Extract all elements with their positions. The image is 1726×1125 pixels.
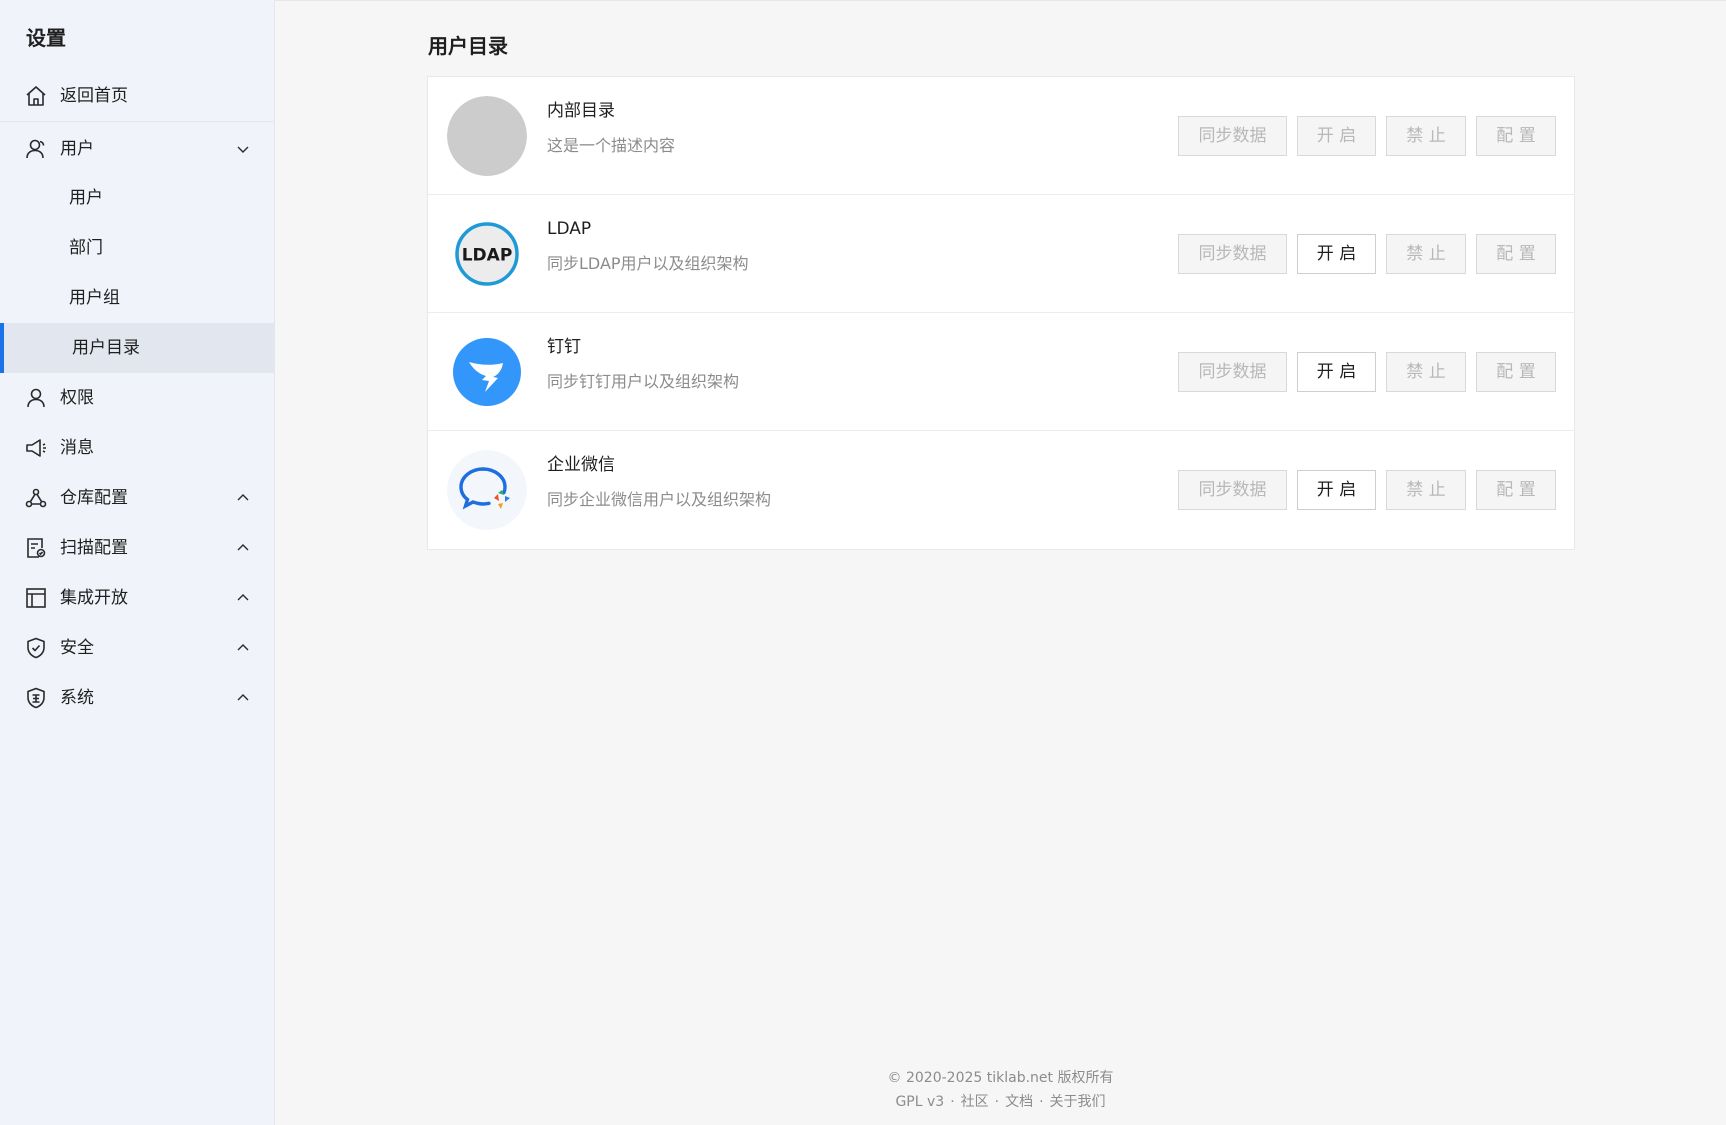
footer-link-about[interactable]: 关于我们 bbox=[1050, 1094, 1106, 1110]
user-icon bbox=[24, 137, 48, 161]
footer-link-community[interactable]: 社区 bbox=[961, 1094, 989, 1110]
footer-separator: · bbox=[950, 1094, 955, 1110]
directory-description: 同步企业微信用户以及组织架构 bbox=[547, 490, 772, 509]
enable-button[interactable]: 开 启 bbox=[1297, 116, 1376, 156]
configure-button[interactable]: 配 置 bbox=[1476, 470, 1556, 510]
page-title: 用户目录 bbox=[428, 34, 508, 58]
disable-button[interactable]: 禁 止 bbox=[1386, 470, 1466, 510]
directory-description: 同步钉钉用户以及组织架构 bbox=[547, 372, 740, 391]
sidebar-item-home[interactable]: 返回首页 bbox=[0, 71, 274, 121]
sidebar-subitem-users[interactable]: 用户 bbox=[0, 173, 274, 223]
sidebar-subitem-label: 部门 bbox=[69, 238, 103, 258]
directory-row-ldap: LDAP LDAP 同步LDAP用户以及组织架构 同步数据 开 启 禁 止 配 … bbox=[428, 195, 1574, 313]
sidebar: 设置 返回首页 用户 用户 部门 用户组 用户目录 权限 消息 仓库配置 扫描配… bbox=[0, 0, 275, 1125]
sidebar-item-security[interactable]: 安全 bbox=[0, 623, 274, 673]
directory-row-internal: 内部目录 这是一个描述内容 同步数据 开 启 禁 止 配 置 bbox=[428, 77, 1574, 195]
sidebar-item-label: 返回首页 bbox=[60, 86, 128, 106]
directory-name: LDAP bbox=[547, 219, 592, 239]
enable-button[interactable]: 开 启 bbox=[1297, 470, 1376, 510]
disable-button[interactable]: 禁 止 bbox=[1386, 234, 1466, 274]
footer-link-license[interactable]: GPL v3 bbox=[895, 1094, 944, 1110]
integration-icon bbox=[24, 586, 48, 610]
footer-link-docs[interactable]: 文档 bbox=[1005, 1094, 1033, 1110]
sync-data-button[interactable]: 同步数据 bbox=[1178, 352, 1287, 392]
sidebar-item-users[interactable]: 用户 bbox=[0, 124, 274, 174]
sidebar-title: 设置 bbox=[26, 26, 66, 50]
repository-icon bbox=[24, 486, 48, 510]
footer-links: GPL v3 · 社区 · 文档 · 关于我们 bbox=[275, 1091, 1726, 1111]
sidebar-item-repository-config[interactable]: 仓库配置 bbox=[0, 473, 274, 523]
directory-name: 钉钉 bbox=[547, 337, 581, 357]
sync-data-button[interactable]: 同步数据 bbox=[1178, 234, 1287, 274]
sidebar-item-permissions[interactable]: 权限 bbox=[0, 373, 274, 423]
configure-button[interactable]: 配 置 bbox=[1476, 116, 1556, 156]
sidebar-subitem-label: 用户 bbox=[69, 188, 103, 208]
sidebar-item-integration[interactable]: 集成开放 bbox=[0, 573, 274, 623]
sidebar-item-label: 权限 bbox=[60, 388, 94, 408]
sidebar-item-label: 扫描配置 bbox=[60, 538, 128, 558]
sidebar-subitem-departments[interactable]: 部门 bbox=[0, 223, 274, 273]
sidebar-subitem-user-groups[interactable]: 用户组 bbox=[0, 273, 274, 323]
sidebar-item-scan-config[interactable]: 扫描配置 bbox=[0, 523, 274, 573]
system-badge-icon bbox=[24, 686, 48, 710]
dingtalk-logo-icon bbox=[447, 332, 527, 412]
permission-icon bbox=[24, 386, 48, 410]
directory-name: 企业微信 bbox=[547, 455, 615, 475]
shield-icon bbox=[24, 636, 48, 660]
sidebar-item-label: 仓库配置 bbox=[60, 488, 128, 508]
sidebar-item-label: 安全 bbox=[60, 638, 94, 658]
footer-copyright: © 2020-2025 tiklab.net 版权所有 bbox=[887, 1070, 1114, 1086]
scan-config-icon bbox=[24, 536, 48, 560]
directory-row-dingtalk: 钉钉 同步钉钉用户以及组织架构 同步数据 开 启 禁 止 配 置 bbox=[428, 313, 1574, 431]
placeholder-avatar-icon bbox=[447, 96, 527, 176]
enable-button[interactable]: 开 启 bbox=[1297, 234, 1376, 274]
home-icon bbox=[24, 84, 48, 108]
directory-list: 内部目录 这是一个描述内容 同步数据 开 启 禁 止 配 置 LDAP LDAP… bbox=[427, 76, 1575, 550]
sidebar-subitem-user-directory[interactable]: 用户目录 bbox=[0, 323, 274, 373]
chevron-down-icon bbox=[235, 141, 251, 157]
sidebar-item-label: 系统 bbox=[60, 688, 94, 708]
configure-button[interactable]: 配 置 bbox=[1476, 352, 1556, 392]
directory-description: 这是一个描述内容 bbox=[547, 136, 676, 155]
sidebar-divider bbox=[0, 121, 274, 122]
sidebar-item-label: 集成开放 bbox=[60, 588, 128, 608]
sidebar-subitem-label: 用户组 bbox=[69, 288, 120, 308]
wecom-logo-icon bbox=[447, 450, 527, 530]
megaphone-icon bbox=[24, 436, 48, 460]
disable-button[interactable]: 禁 止 bbox=[1386, 352, 1466, 392]
chevron-up-icon bbox=[235, 540, 251, 556]
ldap-logo-text: LDAP bbox=[462, 246, 513, 266]
footer-separator: · bbox=[994, 1094, 1000, 1110]
sidebar-subitem-label: 用户目录 bbox=[72, 338, 140, 358]
sync-data-button[interactable]: 同步数据 bbox=[1178, 116, 1287, 156]
chevron-up-icon bbox=[235, 640, 251, 656]
sidebar-item-label: 消息 bbox=[60, 438, 94, 458]
directory-description: 同步LDAP用户以及组织架构 bbox=[547, 254, 749, 273]
enable-button[interactable]: 开 启 bbox=[1297, 352, 1376, 392]
sync-data-button[interactable]: 同步数据 bbox=[1178, 470, 1287, 510]
directory-row-wecom: 企业微信 同步企业微信用户以及组织架构 同步数据 开 启 禁 止 配 置 bbox=[428, 431, 1574, 549]
directory-name: 内部目录 bbox=[547, 101, 615, 121]
ldap-logo-icon: LDAP bbox=[447, 214, 527, 294]
disable-button[interactable]: 禁 止 bbox=[1386, 116, 1466, 156]
chevron-up-icon bbox=[235, 690, 251, 706]
sidebar-item-label: 用户 bbox=[60, 139, 94, 159]
footer-separator: · bbox=[1039, 1094, 1044, 1110]
chevron-up-icon bbox=[235, 490, 251, 506]
chevron-up-icon bbox=[235, 590, 251, 606]
configure-button[interactable]: 配 置 bbox=[1476, 234, 1556, 274]
sidebar-item-system[interactable]: 系统 bbox=[0, 673, 274, 723]
sidebar-item-messages[interactable]: 消息 bbox=[0, 423, 274, 473]
